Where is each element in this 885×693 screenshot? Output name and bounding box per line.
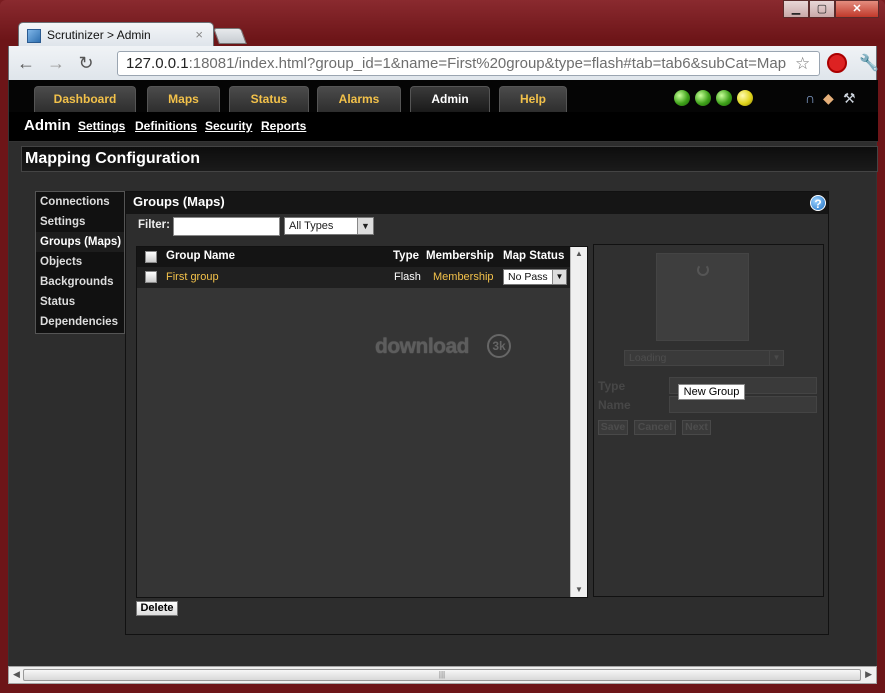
table-row[interactable]: First group Flash Membership No Pass ▼ xyxy=(137,267,571,288)
extension-stop-icon[interactable] xyxy=(827,53,847,73)
groups-panel: Groups (Maps) ? Filter: All Types ▼ Grou… xyxy=(125,191,829,635)
chevron-down-icon[interactable]: ▼ xyxy=(357,218,373,234)
sidebar-item-backgrounds[interactable]: Backgrounds xyxy=(36,272,124,292)
column-header-group-name[interactable]: Group Name xyxy=(166,250,235,262)
loading-select: Loading ▼ xyxy=(624,350,784,366)
tab-maps[interactable]: Maps xyxy=(147,86,220,112)
tab-status[interactable]: Status xyxy=(229,86,309,112)
scroll-down-icon[interactable]: ▼ xyxy=(571,583,587,597)
column-header-membership[interactable]: Membership xyxy=(426,250,494,262)
tab-alarms[interactable]: Alarms xyxy=(317,86,401,112)
watermark-text: download xyxy=(375,335,470,358)
chevron-down-icon[interactable]: ▼ xyxy=(552,270,566,284)
type-filter-value: All Types xyxy=(289,220,334,232)
browser-toolbar: ← → ↻ 127.0.0.1:18081/index.html?group_i… xyxy=(8,46,879,80)
loading-text: Loading xyxy=(629,352,667,364)
next-button: Next xyxy=(682,420,711,435)
save-button: Save xyxy=(598,420,628,435)
url-path: :18081/index.html?group_id=1&name=First%… xyxy=(188,55,787,72)
scroll-up-icon[interactable]: ▲ xyxy=(571,247,587,261)
group-name-link[interactable]: First group xyxy=(166,271,219,283)
column-header-map-status[interactable]: Map Status xyxy=(503,250,564,262)
status-orb-icon[interactable] xyxy=(737,90,753,106)
new-tab-button[interactable] xyxy=(213,28,247,44)
name-label: Name xyxy=(598,398,631,412)
help-icon[interactable]: ? xyxy=(810,195,826,211)
group-editor-pane: Loading ▼ Type Name New Group Save Cance… xyxy=(593,244,824,597)
back-arrow-icon[interactable]: ← xyxy=(15,52,37,74)
maximize-icon[interactable]: ▢ xyxy=(809,0,835,18)
tools-icon[interactable]: ⚒ xyxy=(843,90,856,107)
reload-icon[interactable]: ↻ xyxy=(75,52,97,74)
tabstrip: Scrutinizer > Admin × xyxy=(10,20,870,48)
headset-icon[interactable]: ∩ xyxy=(805,90,815,106)
close-window-icon[interactable]: ✕ xyxy=(835,0,879,18)
top-navigation: Dashboard Maps Status Alarms Admin Help … xyxy=(9,80,878,112)
browser-tab-title: Scrutinizer > Admin xyxy=(47,28,151,42)
sidebar-item-objects[interactable]: Objects xyxy=(36,252,124,272)
diamond-icon[interactable]: ◆ xyxy=(823,90,834,107)
scroll-right-icon[interactable]: ▶ xyxy=(865,669,872,680)
delete-button[interactable]: Delete xyxy=(136,601,178,616)
favicon-icon xyxy=(27,29,41,43)
page-title: Mapping Configuration xyxy=(21,146,878,172)
map-thumbnail xyxy=(656,253,749,341)
subnav-settings-link[interactable]: Settings xyxy=(78,119,125,133)
sidebar-item-settings[interactable]: Settings xyxy=(36,212,124,232)
address-bar[interactable]: 127.0.0.1:18081/index.html?group_id=1&na… xyxy=(117,51,820,76)
forward-arrow-icon[interactable]: → xyxy=(45,52,67,74)
sidebar-item-dependencies[interactable]: Dependencies xyxy=(36,312,124,332)
tab-dashboard[interactable]: Dashboard xyxy=(34,86,136,112)
window-controls: ▁ ▢ ✕ xyxy=(783,0,879,18)
config-sidebar: Connections Settings Groups (Maps) Objec… xyxy=(35,191,125,334)
filter-label: Filter: xyxy=(138,219,170,231)
subnav-definitions-link[interactable]: Definitions xyxy=(135,119,197,133)
page-horizontal-scrollbar[interactable]: ◀ ||| ▶ xyxy=(8,666,877,684)
loading-spinner-icon xyxy=(697,264,709,276)
table-scrollbar[interactable]: ▲ ▼ xyxy=(570,247,587,597)
groups-table: Group Name Type Membership Map Status Fi… xyxy=(136,246,588,598)
wrench-menu-icon[interactable]: 🔧 xyxy=(859,53,879,73)
group-type: Flash xyxy=(394,271,421,283)
scrollbar-thumb[interactable]: ||| xyxy=(23,669,861,681)
minimize-icon[interactable]: ▁ xyxy=(783,0,809,18)
subnav-reports-link[interactable]: Reports xyxy=(261,119,306,133)
map-status-select[interactable]: No Pass ▼ xyxy=(503,269,567,285)
tab-admin[interactable]: Admin xyxy=(410,86,490,112)
url-host: 127.0.0.1 xyxy=(126,55,189,72)
cancel-button: Cancel xyxy=(634,420,676,435)
chevron-down-icon: ▼ xyxy=(769,351,783,365)
tab-help[interactable]: Help xyxy=(499,86,567,112)
table-header: Group Name Type Membership Map Status xyxy=(137,247,571,267)
status-orb-icon[interactable] xyxy=(716,90,732,106)
type-filter-select[interactable]: All Types ▼ xyxy=(284,217,374,235)
scroll-left-icon[interactable]: ◀ xyxy=(13,669,20,680)
new-group-button[interactable]: New Group xyxy=(678,384,745,400)
status-orb-icon[interactable] xyxy=(695,90,711,106)
sub-navigation: Admin Settings Definitions Security Repo… xyxy=(9,112,878,142)
membership-link[interactable]: Membership xyxy=(433,271,494,283)
subnav-security-link[interactable]: Security xyxy=(205,119,252,133)
sidebar-item-connections[interactable]: Connections xyxy=(36,192,124,212)
select-all-checkbox[interactable] xyxy=(145,251,157,263)
filter-input[interactable] xyxy=(173,217,280,236)
row-checkbox[interactable] xyxy=(145,271,157,283)
groups-panel-header: Groups (Maps) ? xyxy=(126,192,828,214)
status-orb-icon[interactable] xyxy=(674,90,690,106)
watermark-badge: 3k xyxy=(487,334,511,358)
browser-tab[interactable]: Scrutinizer > Admin × xyxy=(18,22,214,48)
close-tab-icon[interactable]: × xyxy=(195,27,203,42)
column-header-type[interactable]: Type xyxy=(393,250,419,262)
map-status-value: No Pass xyxy=(508,271,548,283)
type-label: Type xyxy=(598,379,626,393)
app-root: Dashboard Maps Status Alarms Admin Help … xyxy=(8,80,878,666)
bookmark-star-icon[interactable]: ☆ xyxy=(795,54,810,74)
sidebar-item-groups[interactable]: Groups (Maps) xyxy=(36,232,124,252)
sidebar-item-status[interactable]: Status xyxy=(36,292,124,312)
groups-panel-title: Groups (Maps) xyxy=(133,194,225,209)
section-title: Admin xyxy=(24,117,71,134)
